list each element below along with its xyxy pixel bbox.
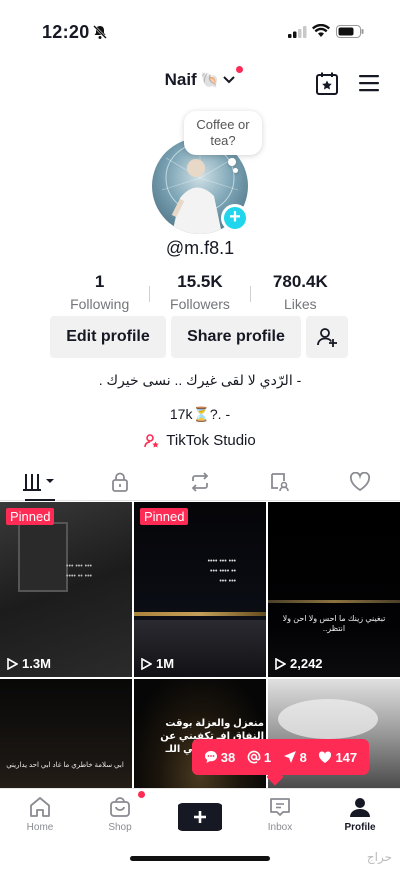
play-icon [7,657,18,670]
note-bubble-tail-small [233,168,238,173]
nav-home[interactable]: Home [0,789,80,870]
header-actions [316,72,380,96]
thumbnail-caption: ابي سلامة خاطري ما غاد ابي احد يداريني [6,762,124,769]
videos-grid-icon [23,473,54,491]
header-emoji: 🐚 [200,72,220,89]
pinned-badge: Pinned [6,508,55,525]
thumbnail-caption: تبغيني زينك ما احس ولا احن ولا انتظر.. [282,614,386,633]
tab-private[interactable] [80,463,160,500]
status-time: 12:20 [42,22,90,42]
activity-shares: 8 [283,750,307,765]
activity-comments-count: 38 [220,749,236,765]
stat-label: Following [70,296,130,312]
nav-label: Home [26,822,54,833]
nav-label: Profile [344,822,376,833]
tab-liked[interactable] [320,463,400,500]
comment-icon [204,751,217,763]
stat-followers[interactable]: 15.5K Followers [150,272,249,312]
pinned-badge: Pinned [140,508,189,525]
bio-line-2: 17k⏳?. - [169,406,231,422]
view-count-value: 2,242 [290,656,323,671]
stat-value: 15.5K [177,272,223,291]
signal-icon [288,26,307,38]
activity-popup[interactable]: 38 1 8 147 [192,739,369,775]
battery-icon [336,25,364,38]
activity-mentions: 1 [247,750,271,765]
watermark: حراج [366,850,392,864]
heart-icon [319,750,332,763]
plus-icon [178,803,222,831]
activity-mentions-count: 1 [263,749,272,765]
profile-actions: Edit profile Share profile [50,316,348,358]
video-thumbnail[interactable]: ••• ••• •••• •• •••• ••• ••• ••• Pinned 1M [134,502,266,677]
video-thumbnail[interactable]: ••• ••• ••• ••• •• •••• Pinned 1.3M [0,502,132,677]
edit-profile-button[interactable]: Edit profile [50,316,166,358]
view-count-value: 1.3M [22,656,51,671]
add-person-icon [317,328,337,347]
home-icon [30,797,50,817]
notification-dot [236,66,244,73]
nav-label: Inbox [267,822,293,833]
stat-label: Followers [170,296,230,312]
add-friend-button[interactable] [306,316,348,358]
studio-label: TikTok Studio [166,432,256,449]
tiktok-studio-link[interactable]: TikTok Studio [0,432,400,449]
video-thumbnail[interactable]: تبغيني زينك ما احس ولا احن ولا انتظر.. 2… [268,502,400,677]
header-username: Naif [164,70,197,89]
shop-bag-icon [110,797,130,817]
content-tabs [0,463,400,501]
activity-comments: 38 [204,750,235,765]
profile-handle: @m.f8.1 [165,238,235,258]
activity-likes: 147 [318,750,357,765]
view-count: 1M [140,656,174,671]
status-bar: 12:20 [0,0,400,62]
video-thumbnail[interactable]: ابي سلامة خاطري ما غاد ابي احد يداريني [0,679,132,799]
note-bubble[interactable]: Coffee or tea? [184,111,262,155]
chevron-down-icon [223,76,236,84]
tagged-icon [271,472,289,491]
thumbnail-caption: ••• ••• ••• ••• •• •••• [66,563,92,580]
note-bubble-tail [228,158,236,166]
bio-line-1: - الرّدي لا لقى غيرك .. نسى خيرك . [98,372,302,388]
inbox-icon [270,798,290,816]
stat-likes[interactable]: 780.4K Likes [251,272,350,312]
stat-value: 1 [94,272,105,291]
cloud-shape [278,699,378,739]
shore-lights [268,600,400,603]
calendar-star-icon[interactable] [316,72,338,96]
view-count: 1.3M [6,656,51,671]
thumbnail-caption: ••• ••• •••• •• •••• ••• ••• ••• [207,558,236,585]
tab-videos[interactable] [0,463,80,501]
shop-notification-dot [138,791,145,798]
stat-label: Likes [283,296,317,312]
create-button[interactable] [175,803,225,831]
lock-icon [112,472,128,492]
activity-shares-count: 8 [299,749,307,765]
stat-following[interactable]: 1 Following [50,272,149,312]
studio-person-icon [144,433,159,447]
activity-likes-count: 147 [335,749,358,765]
play-icon [275,657,286,670]
bell-off-icon [93,25,107,39]
wifi-icon [312,24,330,37]
menu-icon[interactable] [358,72,380,94]
repost-icon [191,471,209,492]
add-story-button[interactable]: + [221,204,249,232]
stat-value: 780.4K [272,272,328,291]
city-lights [134,612,266,616]
view-count-value: 1M [156,656,175,671]
share-profile-button[interactable]: Share profile [171,316,301,358]
view-count: 2,242 [274,656,323,671]
profile-stats: 1 Following 15.5K Followers 780.4K Likes [50,272,350,312]
home-indicator [130,856,270,861]
tab-tagged[interactable] [240,463,320,500]
mention-icon [247,750,261,764]
tab-reposts[interactable] [160,463,240,500]
play-icon [141,657,152,670]
profile-icon [350,798,370,817]
account-switcher[interactable]: Naif 🐚 [164,66,244,90]
nav-label: Shop [108,822,132,833]
heart-outline-icon [349,471,371,491]
share-arrow-icon [283,751,296,763]
